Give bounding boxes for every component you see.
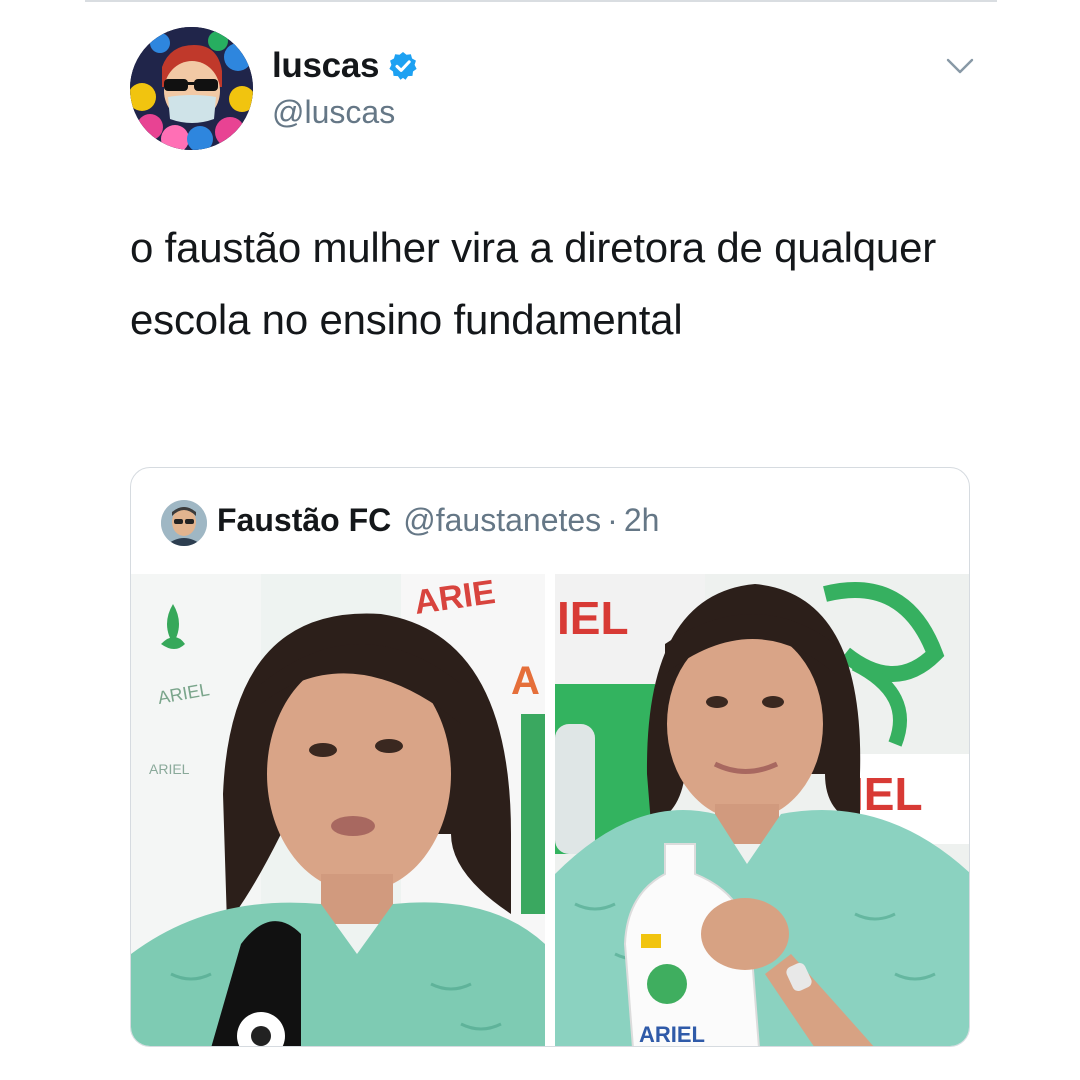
brand-text-ariel-bottle: ARIEL (639, 1022, 705, 1047)
brand-text-a: A (511, 659, 540, 703)
quoted-tweet-time[interactable]: 2h (624, 502, 660, 539)
media-photo-2[interactable]: IEL IEL ARIEL (555, 574, 969, 1047)
brand-text-iel-right: IEL (851, 768, 923, 820)
quoted-author-display-name[interactable]: Faustão FC (217, 502, 391, 539)
verified-badge-icon (387, 50, 419, 82)
quoted-tweet-card[interactable]: Faustão FC @faustanetes · 2h ARIEL ARIEL… (130, 467, 970, 1047)
author-avatar[interactable] (130, 27, 253, 150)
separator-dot: · (607, 502, 618, 538)
top-divider (85, 0, 997, 2)
brand-text-iel-top: IEL (557, 592, 629, 644)
author-handle[interactable]: @luscas (272, 94, 395, 131)
quoted-tweet-media: ARIEL ARIEL ARIE A IEL IEL ARIEL (131, 574, 969, 1047)
tweet-text: o faustão mulher vira a diretora de qual… (130, 224, 937, 343)
author-display-name[interactable]: luscas (272, 46, 379, 86)
quoted-author-handle[interactable]: @faustanetes (403, 502, 601, 539)
media-photo-1[interactable]: ARIEL ARIEL ARIE A (131, 574, 545, 1046)
brand-text-ariel-small-2: ARIEL (149, 761, 190, 777)
chevron-down-icon[interactable] (944, 52, 976, 80)
quoted-author-avatar[interactable] (161, 500, 207, 546)
